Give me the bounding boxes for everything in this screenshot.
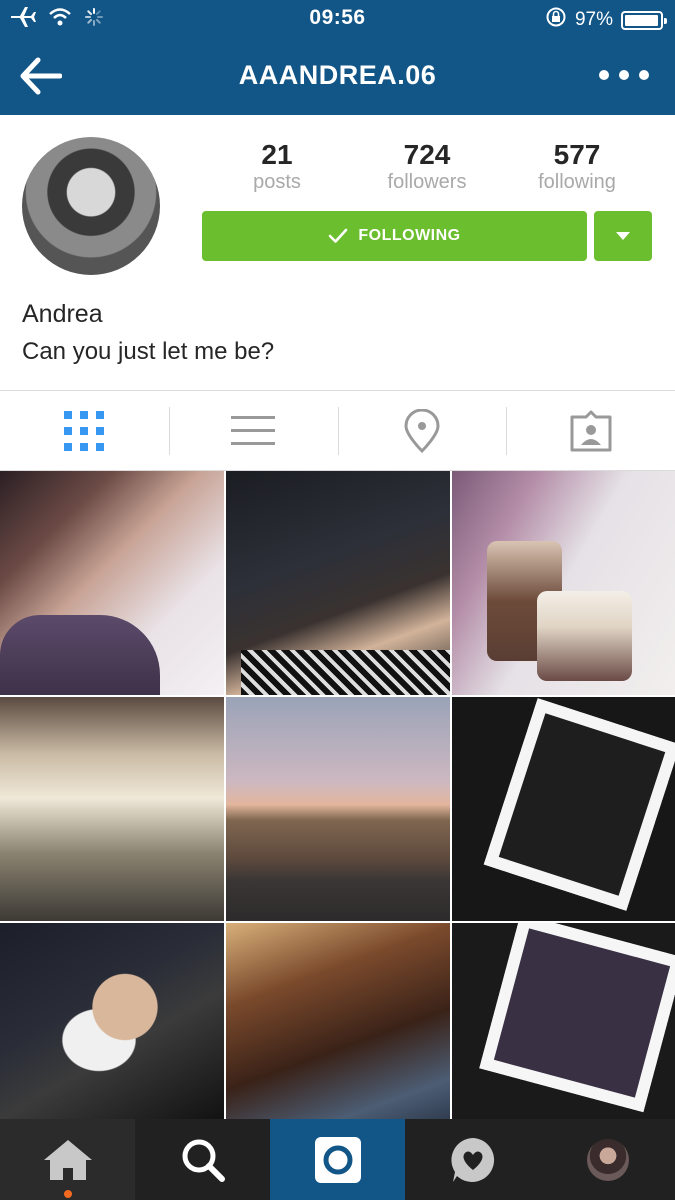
camera-icon (314, 1136, 361, 1183)
photo-thumbnail[interactable] (452, 697, 675, 921)
photo-thumbnail[interactable] (0, 697, 224, 921)
tab-profile[interactable] (540, 1119, 675, 1200)
photo-thumbnail[interactable] (452, 923, 675, 1121)
tagged-photos-icon (570, 410, 612, 451)
caret-down-icon (616, 232, 630, 240)
profile-stats: 21 posts 724 followers 577 following (202, 140, 652, 200)
checkmark-icon (329, 228, 348, 243)
following-button-label: FOLLOWING (358, 227, 461, 244)
following-count: 577 (553, 139, 601, 170)
photo-thumbnail[interactable] (0, 923, 224, 1121)
more-dot-icon (619, 70, 629, 80)
profile-view-tabs (0, 390, 675, 471)
followers-stat[interactable]: 724 followers (352, 140, 502, 200)
tab-location[interactable] (337, 391, 507, 470)
location-pin-icon (404, 408, 440, 453)
posts-stat[interactable]: 21 posts (202, 140, 352, 200)
suggestions-dropdown-button[interactable] (594, 211, 652, 261)
following-label: following (538, 171, 616, 193)
photo-thumbnail[interactable] (0, 471, 224, 695)
posts-count: 21 (261, 139, 293, 170)
battery-icon (621, 10, 667, 30)
top-bar: 09:56 97% AAANDREA.06 (0, 0, 675, 115)
bottom-tab-bar (0, 1119, 675, 1200)
tab-search[interactable] (135, 1119, 270, 1200)
posts-label: posts (253, 171, 301, 193)
tab-activity[interactable] (405, 1119, 540, 1200)
list-icon (231, 415, 276, 445)
following-stat[interactable]: 577 following (502, 140, 652, 200)
tab-home[interactable] (0, 1119, 135, 1200)
tab-grid[interactable] (0, 391, 169, 470)
tab-tagged[interactable] (506, 391, 675, 470)
notification-dot (64, 1190, 72, 1198)
tab-camera[interactable] (270, 1119, 405, 1200)
photo-thumbnail[interactable] (452, 471, 675, 695)
nav-bar: AAANDREA.06 (0, 38, 675, 115)
profile-avatar[interactable] (22, 137, 160, 275)
more-dot-icon (599, 70, 609, 80)
photo-thumbnail[interactable] (226, 923, 450, 1121)
status-right: 97% (545, 6, 667, 34)
battery-level (625, 14, 658, 26)
profile-bio: Can you just let me be? (22, 338, 275, 365)
photo-thumbnail[interactable] (226, 697, 450, 921)
photo-grid (0, 471, 675, 1121)
profile-avatar-icon (586, 1138, 629, 1181)
profile-full-name: Andrea (22, 300, 103, 328)
status-bar: 09:56 97% (0, 0, 675, 38)
home-icon (43, 1139, 92, 1180)
more-dot-icon (639, 70, 649, 80)
followers-label: followers (387, 171, 467, 193)
battery-percent: 97% (574, 9, 613, 30)
search-icon (182, 1139, 225, 1182)
following-button[interactable]: FOLLOWING (202, 211, 587, 261)
more-options-button[interactable] (599, 60, 649, 90)
photo-thumbnail[interactable] (226, 471, 450, 695)
tab-list[interactable] (168, 391, 338, 470)
profile-username-title: AAANDREA.06 (238, 60, 437, 90)
rotation-lock-icon (545, 6, 567, 34)
activity-heart-icon (450, 1137, 494, 1182)
followers-count: 724 (403, 139, 451, 170)
grid-icon (64, 410, 105, 451)
